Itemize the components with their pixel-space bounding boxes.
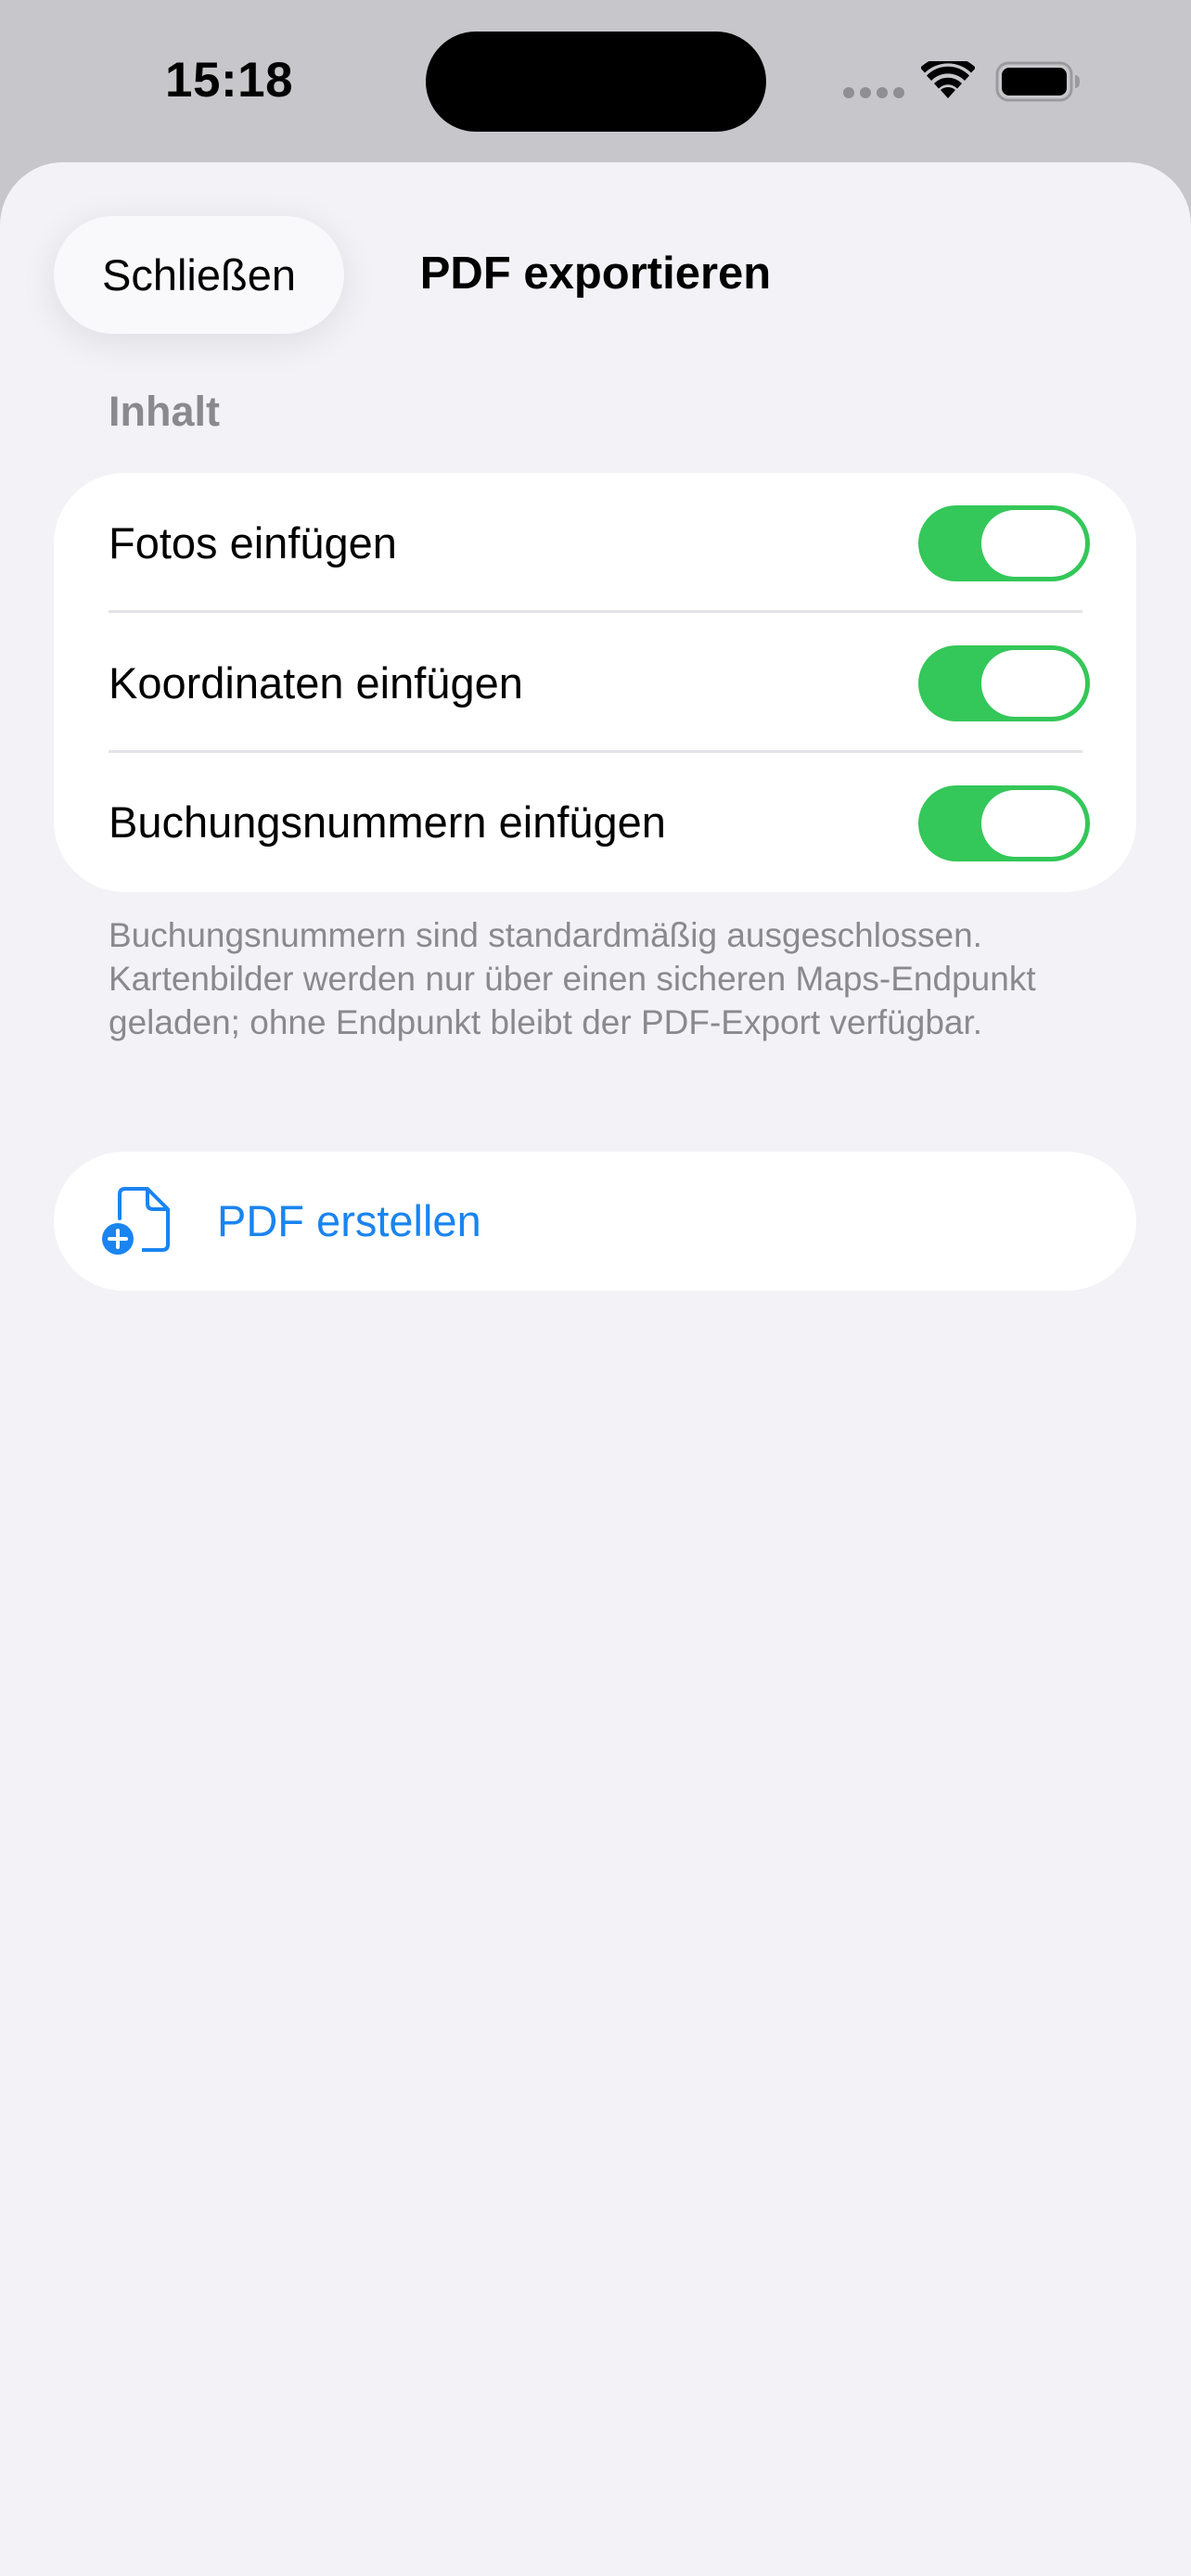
battery-icon <box>995 61 1080 102</box>
export-sheet: Schließen PDF exportieren Inhalt Fotos e… <box>0 162 1191 2576</box>
section-footer-note: Buchungsnummern sind standardmäßig ausge… <box>109 916 1036 1041</box>
toggle-row-photos: Fotos einfügen <box>54 473 1136 613</box>
status-time: 15:18 <box>165 53 294 108</box>
dynamic-island <box>426 32 766 132</box>
toggle-label-booking-numbers: Buchungsnummern einfügen <box>109 797 666 847</box>
section-header-content: Inhalt <box>109 388 220 435</box>
cellular-signal-icon <box>843 87 904 98</box>
sheet-title: PDF exportieren <box>419 249 772 299</box>
toggle-label-coordinates: Koordinaten einfügen <box>109 658 523 708</box>
include-coordinates-toggle[interactable] <box>918 645 1090 721</box>
toggle-row-coordinates: Koordinaten einfügen <box>54 613 1136 753</box>
toggle-knob <box>981 650 1085 717</box>
include-photos-toggle[interactable] <box>918 505 1090 581</box>
create-pdf-label: PDF erstellen <box>217 1196 481 1245</box>
document-badge-plus-icon <box>102 1187 170 1255</box>
toggle-label-photos: Fotos einfügen <box>109 518 397 567</box>
toggle-knob <box>981 510 1085 577</box>
toggle-knob <box>981 790 1085 857</box>
create-pdf-button[interactable]: PDF erstellen <box>54 1152 1136 1291</box>
status-bar: 15:18 <box>0 0 1191 162</box>
wifi-icon <box>921 61 975 98</box>
content-options-group: Fotos einfügen Koordinaten einfügen Buch… <box>54 473 1136 892</box>
include-booking-numbers-toggle[interactable] <box>918 785 1090 861</box>
toggle-row-booking-numbers: Buchungsnummern einfügen <box>54 753 1136 892</box>
